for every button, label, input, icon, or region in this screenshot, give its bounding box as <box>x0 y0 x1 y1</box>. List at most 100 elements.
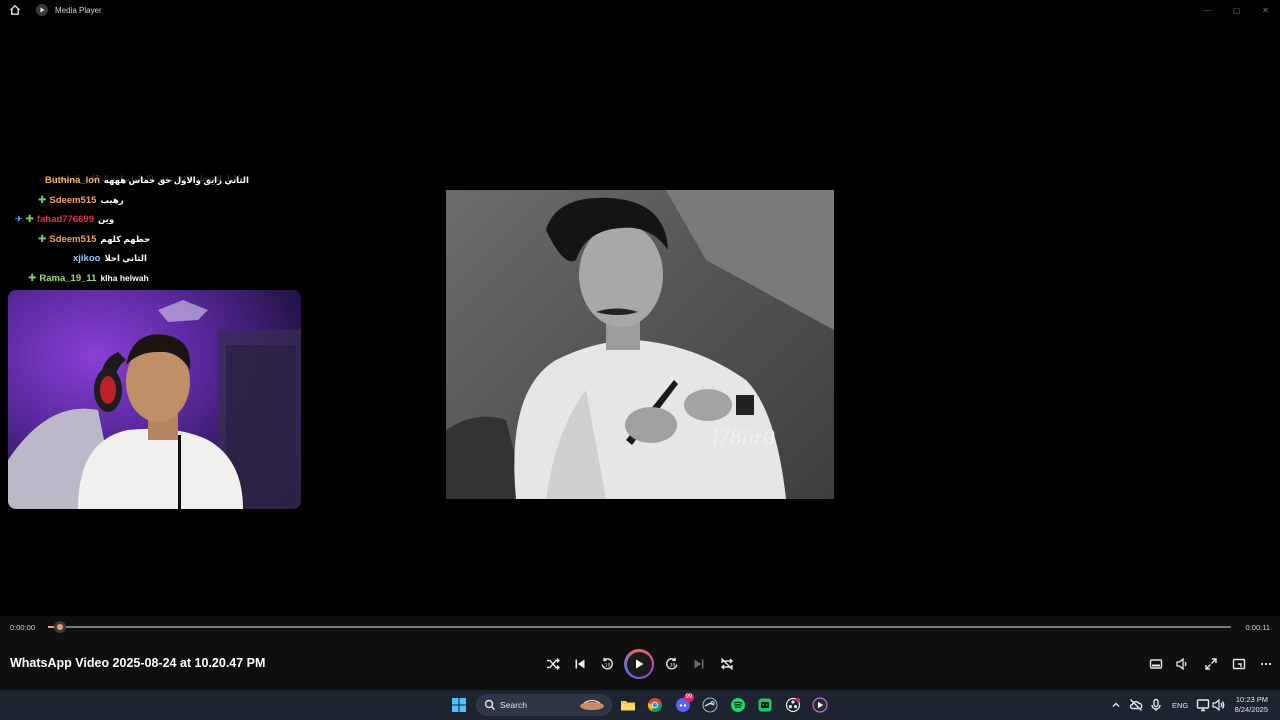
fullscreen-button[interactable] <box>1201 654 1221 674</box>
home-icon[interactable] <box>8 3 22 17</box>
sub-badge-icon: ✚ <box>25 213 34 225</box>
steam-icon <box>702 697 718 713</box>
skip-next-icon <box>694 659 704 669</box>
steam-button[interactable] <box>700 695 720 715</box>
play-icon <box>636 659 644 669</box>
webcam-overlay <box>8 290 301 509</box>
previous-button[interactable] <box>570 654 590 674</box>
minimize-button[interactable]: — <box>1193 0 1222 20</box>
chat-username: Sdeem515 <box>49 194 97 206</box>
search-label: Search <box>500 700 527 710</box>
start-button[interactable] <box>449 695 469 715</box>
playback-controls-bar: 0:00:00 0:00:11 WhatsApp Video 2025-08-2… <box>0 616 1280 690</box>
svg-text:30: 30 <box>670 663 676 669</box>
video-scene <box>446 190 834 499</box>
messenger-app-button[interactable] <box>755 695 775 715</box>
media-player-taskbar-button[interactable] <box>810 695 830 715</box>
spotify-icon <box>731 698 745 712</box>
current-time: 0:00:00 <box>10 623 36 632</box>
taskbar: Search 99 ENG 10:23 PM 8/24/2025 <box>0 690 1280 720</box>
volume-icon <box>1176 657 1187 671</box>
chat-app-icon <box>758 698 772 712</box>
chat-text: klha helwah <box>100 273 149 283</box>
sub-badge-icon: ✚ <box>28 272 37 284</box>
miniplayer-icon <box>1149 659 1163 669</box>
chat-message: Buthina_lon الثاني رايق والاول حق حماس ه… <box>45 172 249 188</box>
play-button[interactable] <box>624 649 654 679</box>
window-title: Media Player <box>55 5 102 15</box>
sub-badge-icon: ✚ <box>38 233 47 245</box>
repeat-off-button[interactable] <box>717 654 737 674</box>
speaker-icon <box>1212 698 1225 712</box>
more-options-icon <box>1260 662 1272 666</box>
chat-message: ✈ ✚ fahad776699 وين <box>15 211 114 227</box>
chat-username: Buthina_lon <box>45 174 100 186</box>
chat-text: وين <box>97 213 115 224</box>
miniplayer-button[interactable] <box>1146 654 1166 674</box>
chat-text: حطهم كلهم <box>100 233 151 244</box>
discord-notification-badge: 99 <box>684 693 694 702</box>
chrome-button[interactable] <box>645 695 665 715</box>
file-explorer-button[interactable] <box>618 695 638 715</box>
pin-badge-icon: ✈ <box>15 213 23 224</box>
chat-text: رهيب <box>100 194 124 205</box>
total-time: 0:00:11 <box>1245 623 1270 632</box>
chat-message: xjikoo الثاني احلا <box>73 250 147 266</box>
microphone-button[interactable] <box>1146 695 1166 715</box>
forward-30-button[interactable]: 30 <box>662 654 682 674</box>
chat-text: الثاني رايق والاول حق حماس هههه <box>103 174 249 185</box>
chat-username: Rama_19_11 <box>39 272 97 284</box>
streamer-figure <box>8 300 301 509</box>
folder-icon <box>621 701 635 711</box>
seek-bar[interactable] <box>48 621 1231 633</box>
video-watermark: l78iir0 <box>712 425 775 450</box>
volume-button[interactable] <box>1172 654 1192 674</box>
chat-message: ✚ Sdeem515 حطهم كلهم <box>38 231 150 247</box>
obs-button[interactable] <box>783 695 803 715</box>
maximize-button[interactable]: ▢ <box>1222 0 1251 20</box>
taskbar-search[interactable]: Search <box>476 694 612 716</box>
speaker-button[interactable] <box>1208 695 1228 715</box>
windows-logo-icon <box>452 698 466 712</box>
search-icon <box>484 699 495 710</box>
media-title: WhatsApp Video 2025-08-24 at 10.20.47 PM <box>10 656 266 670</box>
repeat-off-icon <box>721 658 733 670</box>
media-player-app-icon <box>36 4 48 16</box>
rewind-10-icon: 10 <box>601 657 613 670</box>
chat-text: الثاني احلا <box>104 252 147 263</box>
seek-thumb[interactable] <box>53 621 66 633</box>
cast-button[interactable] <box>1229 654 1249 674</box>
chrome-icon <box>647 698 662 712</box>
chat-username: xjikoo <box>73 252 101 264</box>
cast-icon <box>1232 658 1246 670</box>
cloud-off-icon <box>1129 699 1143 711</box>
close-button[interactable]: ✕ <box>1251 0 1280 20</box>
microphone-icon <box>1151 698 1161 711</box>
clock-time: 10:23 PM <box>1235 695 1268 704</box>
recording-app-icon <box>785 697 801 713</box>
shuffle-button[interactable] <box>543 654 563 674</box>
next-button[interactable] <box>689 654 709 674</box>
show-hidden-icons-button[interactable] <box>1106 695 1126 715</box>
clock-date: 8/24/2025 <box>1234 705 1268 714</box>
onedrive-button[interactable] <box>1126 695 1146 715</box>
chat-message: ✚ Sdeem515 رهيب <box>38 192 124 208</box>
forward-30-icon: 30 <box>666 657 678 670</box>
skip-previous-icon <box>575 659 585 669</box>
svg-text:10: 10 <box>605 663 611 669</box>
media-player-icon <box>812 697 828 713</box>
system-clock[interactable]: 10:23 PM 8/24/2025 <box>1235 695 1268 715</box>
title-bar: Media Player — ▢ ✕ <box>0 0 1280 20</box>
discord-button[interactable]: 99 <box>673 693 694 715</box>
video-surface[interactable]: كامل للمرحلة عادي نتمنى (الحلو) ساعة الـ… <box>0 20 1280 616</box>
rewind-10-button[interactable]: 10 <box>597 654 617 674</box>
chat-message: ✚ Rama_19_11 klha helwah <box>28 270 149 286</box>
spotify-button[interactable] <box>728 695 748 715</box>
fullscreen-icon <box>1205 658 1217 670</box>
language-indicator[interactable]: ENG <box>1172 701 1188 710</box>
search-highlight-icon <box>580 699 604 710</box>
shuffle-icon <box>547 658 560 670</box>
more-options-button[interactable] <box>1256 654 1276 674</box>
chevron-up-icon <box>1112 702 1120 707</box>
video-frame: l78iir0 <box>446 190 834 499</box>
